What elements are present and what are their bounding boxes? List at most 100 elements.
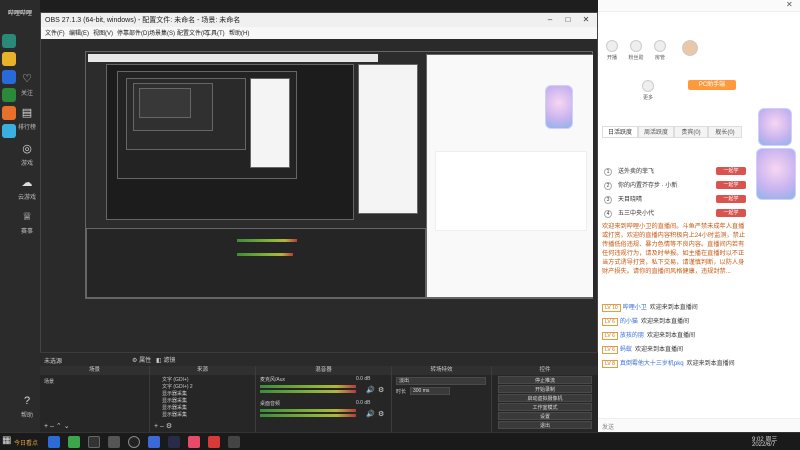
taskbar-date[interactable]: 2022/6/7 <box>752 442 775 448</box>
nested-capture <box>85 51 593 299</box>
gear-icon[interactable]: ⚙ <box>378 386 384 394</box>
chat-username[interactable]: 放孩的朋 <box>620 333 644 339</box>
chat-top-icon[interactable]: 粉丝勋 <box>626 40 646 61</box>
menu-edit[interactable]: 编辑(E) <box>69 28 89 37</box>
tab-weekly[interactable]: 周活跃度 <box>638 126 674 138</box>
source-item[interactable]: 文字 (GDI+) <box>162 376 189 383</box>
studio-mode-button[interactable]: 工作室模式 <box>498 403 592 411</box>
speaker-icon[interactable]: 🔊 <box>366 386 375 394</box>
down-icon[interactable]: ⌄ <box>64 423 70 430</box>
gamepad-icon: ◎ <box>22 143 32 155</box>
stop-streaming-button[interactable]: 停止推流 <box>498 376 592 384</box>
close-icon[interactable]: ✕ <box>577 13 595 27</box>
transitions-dock: 转场特效 淡出 时长 300 ms <box>392 366 492 432</box>
source-item[interactable]: 显示器采集 <box>162 404 187 411</box>
rank-row[interactable]: 3 天目晓晴 一起学 <box>604 194 746 206</box>
taskbar-app-icon[interactable] <box>88 436 100 448</box>
help-icon: ? <box>23 395 31 407</box>
add-icon[interactable]: + <box>154 423 158 430</box>
obs-docks: 场景 场景 + – ⌃ ⌄ 来源 文字 (GDI+) 文字 (GDI+) 2 显… <box>40 366 598 432</box>
level-badge: LV 6 <box>602 332 618 340</box>
source-item[interactable]: 文字 (GDI+) 2 <box>162 383 193 390</box>
app-shortcut-icon[interactable] <box>2 52 16 66</box>
add-icon[interactable]: + <box>44 423 48 430</box>
chat-username[interactable]: 真倒霉他大十三岁机pkq <box>620 361 684 367</box>
exit-button[interactable]: 退出 <box>498 421 592 429</box>
menu-help[interactable]: 帮助(H) <box>229 28 249 37</box>
heart-icon: ♡ <box>22 73 32 85</box>
minimize-icon[interactable]: – <box>541 13 559 27</box>
taskbar-app-icon[interactable] <box>208 436 220 448</box>
gear-icon[interactable]: ⚙ <box>378 410 384 418</box>
sidebar-item-follow[interactable]: ♡ 关注 <box>14 70 40 104</box>
steam-icon[interactable] <box>168 436 180 448</box>
start-icon[interactable]: ▦ <box>2 435 11 446</box>
chat-message: LV 6 的小猫 欢迎来到本直播间 <box>602 316 689 326</box>
source-item[interactable]: 显示器采集 <box>162 411 187 418</box>
rank-row[interactable]: 1 送外卖的菲飞 一起学 <box>604 166 746 178</box>
chat-username[interactable]: 的小猫 <box>620 319 638 325</box>
obs-taskbar-icon[interactable] <box>128 436 140 448</box>
menu-view[interactable]: 视图(V) <box>93 28 113 37</box>
app-shortcut-icon[interactable] <box>2 34 16 48</box>
tab-captain[interactable]: 舰长(0) <box>708 126 742 138</box>
transition-select[interactable]: 淡出 <box>396 377 486 385</box>
remove-icon[interactable]: – <box>160 423 164 430</box>
tab-vip[interactable]: 贵宾(0) <box>674 126 708 138</box>
sidebar-item-events[interactable]: ♕ 赛事 <box>14 208 40 242</box>
tab-daily[interactable]: 日活跃度 <box>602 126 638 138</box>
menu-tools[interactable]: 工具(T) <box>205 28 225 37</box>
taskbar-app-icon[interactable] <box>48 436 60 448</box>
weather-widget[interactable]: 今日看点 <box>14 438 38 447</box>
source-toolbar: 未选源 ⚙ 属性 ◧ 滤镜 <box>40 352 598 366</box>
taskbar-app-icon[interactable] <box>108 436 120 448</box>
rank-row[interactable]: 4 五三中央小代 一起学 <box>604 208 746 220</box>
chat-top-icon[interactable]: 更多 <box>638 80 658 101</box>
obs-titlebar: OBS 27.1.3 (64-bit, windows) - 配置文件: 未命名… <box>41 13 597 27</box>
taskbar-app-icon[interactable] <box>228 436 240 448</box>
obs-preview-canvas[interactable] <box>85 51 593 299</box>
chat-input-bar[interactable]: 发送 <box>598 418 800 432</box>
gear-icon[interactable]: ⚙ <box>166 423 172 430</box>
pc-assistant-button[interactable]: PC助手端 <box>688 80 736 90</box>
source-item[interactable]: 显示器采集 <box>162 397 187 404</box>
sidebar-item-cloud-games[interactable]: ☁ 云游戏 <box>14 174 40 208</box>
sidebar-item-games[interactable]: ◎ 游戏 <box>14 140 40 174</box>
rank-tag: 一起学 <box>716 195 746 203</box>
rank-row[interactable]: 2 你的内置芥存步 · 小新 一起学 <box>604 180 746 192</box>
chat-top-icon[interactable]: 开播 <box>602 40 622 61</box>
sidebar-item-ranking[interactable]: ▤ 排行榜 <box>14 104 40 138</box>
remove-icon[interactable]: – <box>50 423 54 430</box>
settings-button[interactable]: 设置 <box>498 412 592 420</box>
menu-scene-collection[interactable]: 场景集(S) <box>149 28 175 37</box>
taskbar-app-icon[interactable] <box>188 436 200 448</box>
chat-username[interactable]: 蚂蚁 <box>620 347 632 353</box>
nested-preview <box>106 64 354 220</box>
nested-sticker <box>545 85 573 129</box>
taskbar-app-icon[interactable] <box>68 436 80 448</box>
maximize-icon[interactable]: □ <box>559 13 577 27</box>
speaker-icon[interactable]: 🔊 <box>366 410 375 418</box>
menu-docks[interactable]: 停靠部件(D) <box>117 28 149 37</box>
taskbar-app-icon[interactable] <box>148 436 160 448</box>
virtual-camera-button[interactable]: 启动虚拟摄像机 <box>498 394 592 402</box>
source-item[interactable]: 显示器采集 <box>162 390 187 397</box>
menu-file[interactable]: 文件(F) <box>45 28 65 37</box>
up-icon[interactable]: ⌃ <box>56 423 62 430</box>
chat-username[interactable]: 哔哩小卫 <box>623 305 647 311</box>
close-icon[interactable]: ✕ <box>786 0 793 9</box>
chat-top-icon[interactable]: 房管 <box>650 40 670 61</box>
filters-button[interactable]: ◧ 滤镜 <box>156 355 175 364</box>
scenes-dock: 场景 场景 + – ⌃ ⌄ <box>40 366 150 432</box>
mixer-dock: 混音器 麦克风/Aux 0.0 dB 🔊 ⚙ 桌面音频 0.0 dB 🔊 ⚙ <box>256 366 392 432</box>
audio-meter <box>260 409 356 412</box>
scene-item[interactable]: 场景 <box>44 378 54 385</box>
chat-message: LV 6 蚂蚁 欢迎来到本直播间 <box>602 344 683 354</box>
duration-input[interactable]: 300 ms <box>410 387 450 395</box>
sidebar-item-help[interactable]: ? 帮助 <box>14 392 40 426</box>
start-recording-button[interactable]: 开始录制 <box>498 385 592 393</box>
admin-icon <box>654 40 666 52</box>
properties-button[interactable]: ⚙ 属性 <box>132 355 151 364</box>
chat-message: LV 8 真倒霉他大十三岁机pkq 欢迎来到本直播间 <box>602 358 735 368</box>
avatar[interactable] <box>682 40 698 56</box>
